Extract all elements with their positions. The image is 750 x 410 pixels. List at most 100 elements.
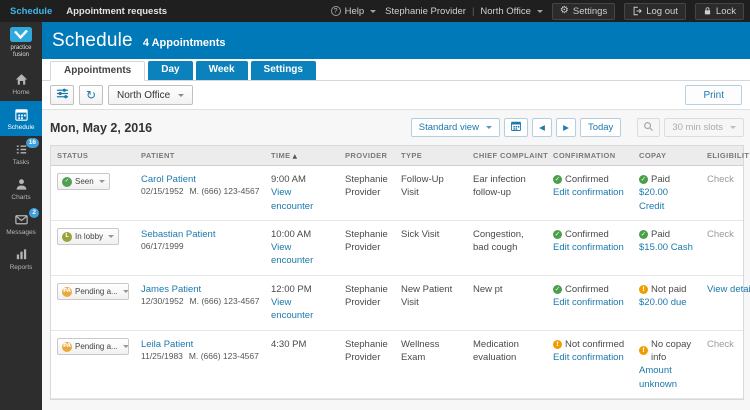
eligibility-action[interactable]: Check <box>707 229 734 240</box>
view-encounter-link[interactable]: View encounter <box>271 296 333 323</box>
practice-fusion-logo[interactable]: practice fusion <box>0 22 42 66</box>
column-header-patient[interactable]: Patient <box>135 146 265 165</box>
sidebar-item-tasks[interactable]: Tasks16 <box>0 136 42 171</box>
edit-confirmation-link[interactable]: Edit confirmation <box>553 241 627 254</box>
column-header-confirmation[interactable]: Confirmation <box>547 146 633 165</box>
search-icon <box>643 121 654 135</box>
logout-label: Log out <box>646 6 678 17</box>
sidebar-item-schedule[interactable]: Schedule <box>0 101 42 136</box>
notification-badge: 16 <box>26 138 39 148</box>
eligibility-action[interactable]: Check <box>707 174 734 185</box>
topnav-appointment-requests[interactable]: Appointment requests <box>66 6 167 17</box>
column-header-eligibility[interactable]: Eligibility <box>701 146 743 165</box>
status-icon: PA <box>62 342 72 352</box>
settings-label: Settings <box>573 6 607 17</box>
view-encounter-link[interactable]: View encounter <box>271 186 333 213</box>
appointment-type: New Patient Visit <box>395 276 467 330</box>
tab-week[interactable]: Week <box>196 61 248 80</box>
provider-name: Stephanie Provider <box>339 331 395 398</box>
lock-button[interactable]: Lock <box>695 3 744 20</box>
copay-amount-link[interactable]: Amount unknown <box>639 364 695 391</box>
filter-icon <box>56 87 69 103</box>
status-label: Pending a... <box>75 286 118 297</box>
status-dropdown[interactable]: PA Pending a... <box>57 338 129 355</box>
status-dropdown[interactable]: ✓ Seen <box>57 173 110 190</box>
patient-phone: M. (666) 123-4567 <box>189 351 259 361</box>
charts-icon <box>14 177 29 192</box>
page-header: Schedule 4 Appointments <box>42 22 750 59</box>
column-header-provider[interactable]: Provider <box>339 146 395 165</box>
sidebar-item-reports[interactable]: Reports <box>0 241 42 276</box>
status-dropdown[interactable]: PA Pending a... <box>57 283 129 300</box>
copay-amount-link[interactable]: $20.00 Credit <box>639 186 695 213</box>
copay-status: Paid <box>651 228 670 241</box>
edit-confirmation-link[interactable]: Edit confirmation <box>553 351 627 364</box>
copay-state: ✓ Paid <box>639 228 695 241</box>
logout-button[interactable]: Log out <box>624 3 686 20</box>
refresh-button[interactable]: ↻ <box>79 85 103 105</box>
sidebar-item-charts[interactable]: Charts <box>0 171 42 206</box>
user-name: Stephanie Provider <box>385 6 466 17</box>
settings-button[interactable]: ⚙ Settings <box>552 3 615 20</box>
appointment-row: PA Pending a... Leila Patient 11/25/1983… <box>51 331 743 399</box>
edit-confirmation-link[interactable]: Edit confirmation <box>553 186 627 199</box>
table-body: ✓ Seen Carol Patient 02/15/1952M. (666) … <box>51 166 743 399</box>
search-button[interactable] <box>637 118 660 137</box>
edit-confirmation-link[interactable]: Edit confirmation <box>553 296 627 309</box>
next-day-button[interactable]: ▶ <box>556 118 576 137</box>
office-select[interactable]: North Office <box>108 85 193 105</box>
eligibility-action[interactable]: Check <box>707 339 734 350</box>
column-header-time[interactable]: Time▲ <box>265 146 339 165</box>
view-tabs: AppointmentsDayWeekSettings <box>42 59 750 81</box>
filter-button[interactable] <box>50 85 74 105</box>
sidebar: practice fusion HomeScheduleTasks16Chart… <box>0 22 42 410</box>
patient-name-link[interactable]: Sebastian Patient <box>141 228 259 241</box>
view-select[interactable]: Standard view <box>411 118 500 137</box>
view-encounter-link[interactable]: View encounter <box>271 241 333 268</box>
sort-asc-icon: ▲ <box>293 153 298 160</box>
topbar-right: ? Help Stephanie Provider | North Office… <box>331 3 744 20</box>
patient-name-link[interactable]: Carol Patient <box>141 173 259 186</box>
chief-complaint: Ear infection follow-up <box>467 166 547 220</box>
print-button[interactable]: Print <box>685 85 742 105</box>
appointment-type: Follow-Up Visit <box>395 166 467 220</box>
sidebar-item-home[interactable]: Home <box>0 66 42 101</box>
slot-size-select[interactable]: 30 min slots <box>664 118 744 137</box>
confirmation-status-icon: ✓ <box>553 230 562 239</box>
lock-icon <box>703 6 712 16</box>
column-header-status[interactable]: Status <box>51 146 135 165</box>
tab-day[interactable]: Day <box>148 61 192 80</box>
prev-day-button[interactable]: ◀ <box>532 118 552 137</box>
tab-settings[interactable]: Settings <box>251 61 316 80</box>
app-window: Schedule Appointment requests ? Help Ste… <box>0 0 750 410</box>
tab-appointments[interactable]: Appointments <box>50 61 145 81</box>
patient-dob: 06/17/1999 <box>141 241 184 251</box>
refresh-icon: ↻ <box>86 88 96 102</box>
copay-status: Paid <box>651 173 670 186</box>
confirmation-status: Confirmed <box>565 173 609 186</box>
user-menu[interactable]: Stephanie Provider | North Office <box>385 6 543 17</box>
today-button[interactable]: Today <box>580 118 621 137</box>
home-icon <box>14 72 29 87</box>
slot-size-value: 30 min slots <box>672 122 723 133</box>
confirmation-state: ✓ Confirmed <box>553 173 627 186</box>
status-icon: PA <box>62 287 72 297</box>
content: Schedule 4 Appointments AppointmentsDayW… <box>42 22 750 410</box>
status-dropdown[interactable]: L In lobby <box>57 228 119 245</box>
status-label: Pending a... <box>75 341 118 352</box>
topnav-schedule[interactable]: Schedule <box>10 6 52 17</box>
column-header-type[interactable]: Type <box>395 146 467 165</box>
help-menu[interactable]: ? Help <box>331 6 377 17</box>
copay-amount-link[interactable]: $15.00 Cash <box>639 241 695 254</box>
notification-badge: 2 <box>29 208 39 218</box>
patient-name-link[interactable]: James Patient <box>141 283 259 296</box>
patient-details: 02/15/1952M. (666) 123-4567 <box>141 186 259 198</box>
eligibility-action[interactable]: View details <box>707 284 750 295</box>
appointment-type: Sick Visit <box>395 221 467 275</box>
sidebar-item-messages[interactable]: Messages2 <box>0 206 42 241</box>
calendar-picker-button[interactable] <box>504 118 528 137</box>
column-header-copay[interactable]: Copay <box>633 146 701 165</box>
patient-name-link[interactable]: Leila Patient <box>141 338 259 351</box>
copay-amount-link[interactable]: $20.00 due <box>639 296 695 309</box>
column-header-chief-complaint[interactable]: Chief complaint <box>467 146 547 165</box>
